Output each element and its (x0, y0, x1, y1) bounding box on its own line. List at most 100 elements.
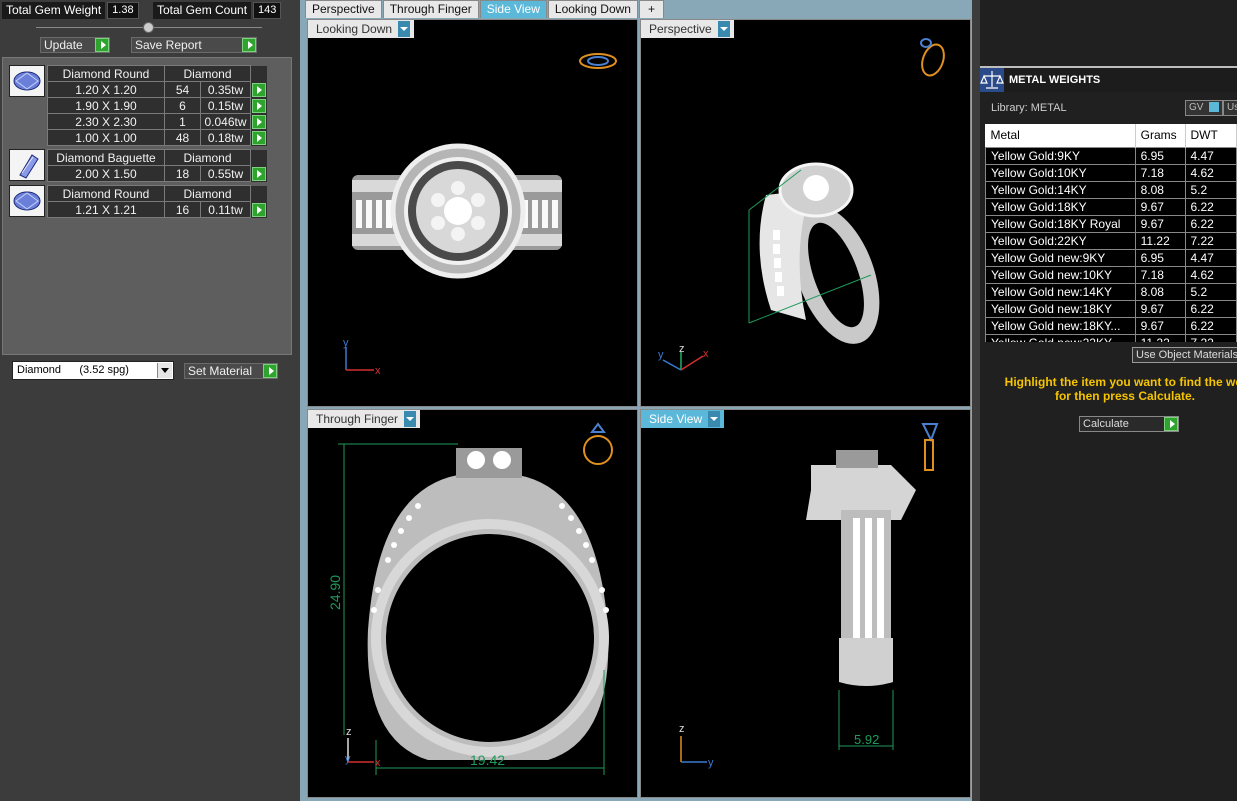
metal-row[interactable]: Yellow Gold new:18KY... 9.67 6.22 (985, 316, 1237, 335)
set-material-button-label: Set Material (188, 364, 253, 378)
metal-row[interactable]: Yellow Gold:18KY 9.67 6.22 (985, 197, 1237, 216)
view-orientation-icon (921, 423, 939, 471)
go-arrow-icon (95, 38, 109, 52)
select-gem-button[interactable] (251, 166, 266, 181)
metal-name: Yellow Gold:9KY (985, 146, 1136, 165)
select-gem-button[interactable] (251, 130, 266, 145)
metal-row[interactable]: Yellow Gold new:18KY 9.67 6.22 (985, 299, 1237, 318)
metal-row[interactable]: Yellow Gold:9KY 6.95 4.47 (985, 146, 1237, 165)
metal-dwt: 6.22 (1184, 316, 1237, 335)
select-gem-button[interactable] (251, 202, 266, 217)
update-button[interactable]: Update (40, 37, 110, 53)
ring-render-top: y x (343, 53, 617, 377)
gem-row[interactable]: 1.21 X 1.21 16 0.11tw (47, 201, 267, 218)
select-gem-button[interactable] (251, 98, 266, 113)
metal-row[interactable]: Yellow Gold:10KY 7.18 4.62 (985, 163, 1237, 182)
metal-name: Yellow Gold:10KY (985, 163, 1136, 182)
use-object-materials-button[interactable]: Use Object Materials (1132, 347, 1237, 363)
metal-grams: 9.67 (1134, 316, 1186, 335)
gem-size: 1.00 X 1.00 (47, 129, 165, 146)
gem-size: 2.30 X 2.30 (47, 113, 165, 130)
tab-perspective[interactable]: Perspective (305, 0, 382, 18)
scale-icon (980, 68, 1004, 92)
metal-dwt: 6.22 (1184, 197, 1237, 216)
gem-shape: Diamond Round (47, 185, 165, 202)
metal-name: Yellow Gold new:14KY (985, 282, 1136, 301)
save-report-button[interactable]: Save Report (131, 37, 257, 53)
gem-row[interactable]: 1.20 X 1.20 54 0.35tw (47, 81, 267, 98)
gv-label: GV (1189, 102, 1204, 113)
gem-row[interactable]: 1.00 X 1.00 48 0.18tw (47, 129, 267, 146)
gem-material: Diamond (164, 149, 251, 166)
column-header[interactable]: Metal (985, 124, 1136, 147)
viewport-side-view[interactable]: Side View 5.92 z y (640, 409, 971, 798)
metal-row[interactable]: Yellow Gold new:14KY 8.08 5.2 (985, 282, 1237, 301)
metal-grams: 7.18 (1134, 265, 1186, 284)
go-arrow-icon (263, 364, 277, 378)
gem-row[interactable]: 2.00 X 1.50 18 0.55tw (47, 165, 267, 182)
calculate-button[interactable]: Calculate (1079, 416, 1179, 432)
axis-x-label: x (375, 365, 381, 377)
toggle-icon (1209, 102, 1220, 113)
gem-size: 1.21 X 1.21 (47, 201, 165, 218)
ring-render-perspective: y z x (658, 38, 945, 371)
viewport-looking-down[interactable]: Looking Down y x (307, 19, 638, 407)
gem-row[interactable]: 1.90 X 1.90 6 0.15tw (47, 97, 267, 114)
gv-toggle[interactable]: GV (1185, 100, 1224, 116)
axis-x-label: x (375, 757, 381, 769)
view-orientation-icon (583, 422, 613, 465)
metal-name: Yellow Gold:18KY Royal (985, 214, 1136, 233)
metal-dwt: 7.22 (1184, 333, 1237, 342)
round-diamond-icon (9, 65, 45, 97)
select-gem-button[interactable] (251, 114, 266, 129)
ring-render-side: 5.92 z y (679, 423, 939, 769)
axis-indicator (345, 347, 374, 371)
metal-row[interactable]: Yellow Gold:14KY 8.08 5.2 (985, 180, 1237, 199)
gem-count: 48 (164, 129, 201, 146)
metal-dwt: 6.22 (1184, 299, 1237, 318)
panel-divider[interactable] (972, 0, 980, 801)
metal-row[interactable]: Yellow Gold:18KY Royal 9.67 6.22 (985, 214, 1237, 233)
set-material-button[interactable]: Set Material (184, 363, 278, 379)
metal-name: Yellow Gold new:9KY (985, 248, 1136, 267)
chevron-down-icon[interactable] (157, 363, 172, 378)
update-button-label: Update (44, 38, 83, 52)
tab-side-view[interactable]: Side View (479, 0, 547, 18)
metal-grams: 6.95 (1134, 146, 1186, 165)
select-gem-button[interactable] (251, 82, 266, 97)
total-gem-count-value: 143 (253, 2, 282, 19)
gem-report-panel: Total Gem Weight 1.38 Total Gem Count 14… (0, 0, 300, 801)
axis-z-label: z (679, 723, 685, 735)
panel-slider-handle[interactable] (143, 22, 154, 33)
metal-row[interactable]: Yellow Gold:22KY 11.22 7.22 (985, 231, 1237, 250)
metal-dwt: 5.2 (1184, 282, 1237, 301)
material-select-value: Diamond (3.52 spg) (17, 364, 129, 376)
go-arrow-icon (242, 38, 256, 52)
metal-row[interactable]: Yellow Gold new:10KY 7.18 4.62 (985, 265, 1237, 284)
axis-z-label: z (679, 343, 685, 355)
metal-name: Yellow Gold:18KY (985, 197, 1136, 216)
gem-row[interactable]: 2.30 X 2.30 1 0.046tw (47, 113, 267, 130)
view-orientation-icon (579, 53, 617, 69)
column-header[interactable]: Grams (1135, 124, 1186, 147)
tab-looking-down[interactable]: Looking Down (547, 0, 638, 18)
metal-grams: 11.22 (1134, 333, 1186, 342)
column-header[interactable]: DWT (1185, 124, 1237, 147)
total-gem-weight-value: 1.38 (107, 2, 139, 19)
go-arrow-icon (1164, 417, 1178, 431)
ring-render-through-finger: 24.90 19.42 z y x (327, 422, 613, 775)
round-diamond-icon (9, 185, 45, 217)
metal-row[interactable]: Yellow Gold new:22KY11.227.22 (985, 333, 1237, 342)
gem-table: Diamond Round Diamond 1.21 X 1.21 16 0.1… (47, 185, 267, 218)
material-select[interactable]: Diamond (3.52 spg) (12, 361, 174, 380)
gem-count: 6 (164, 97, 201, 114)
add-tab-button[interactable]: + (638, 0, 664, 18)
units-toggle[interactable]: Us (1223, 100, 1237, 116)
viewport-through-finger[interactable]: Through Finger 24.90 19.42 z y x (307, 409, 638, 798)
total-gem-weight: Total Gem Weight 1.38 (2, 2, 139, 19)
tab-through-finger[interactable]: Through Finger (382, 0, 479, 18)
metal-dwt: 5.2 (1184, 180, 1237, 199)
viewport-perspective[interactable]: Perspective y z x (640, 19, 971, 407)
metal-grams: 8.08 (1134, 180, 1186, 199)
metal-row[interactable]: Yellow Gold new:9KY 6.95 4.47 (985, 248, 1237, 267)
